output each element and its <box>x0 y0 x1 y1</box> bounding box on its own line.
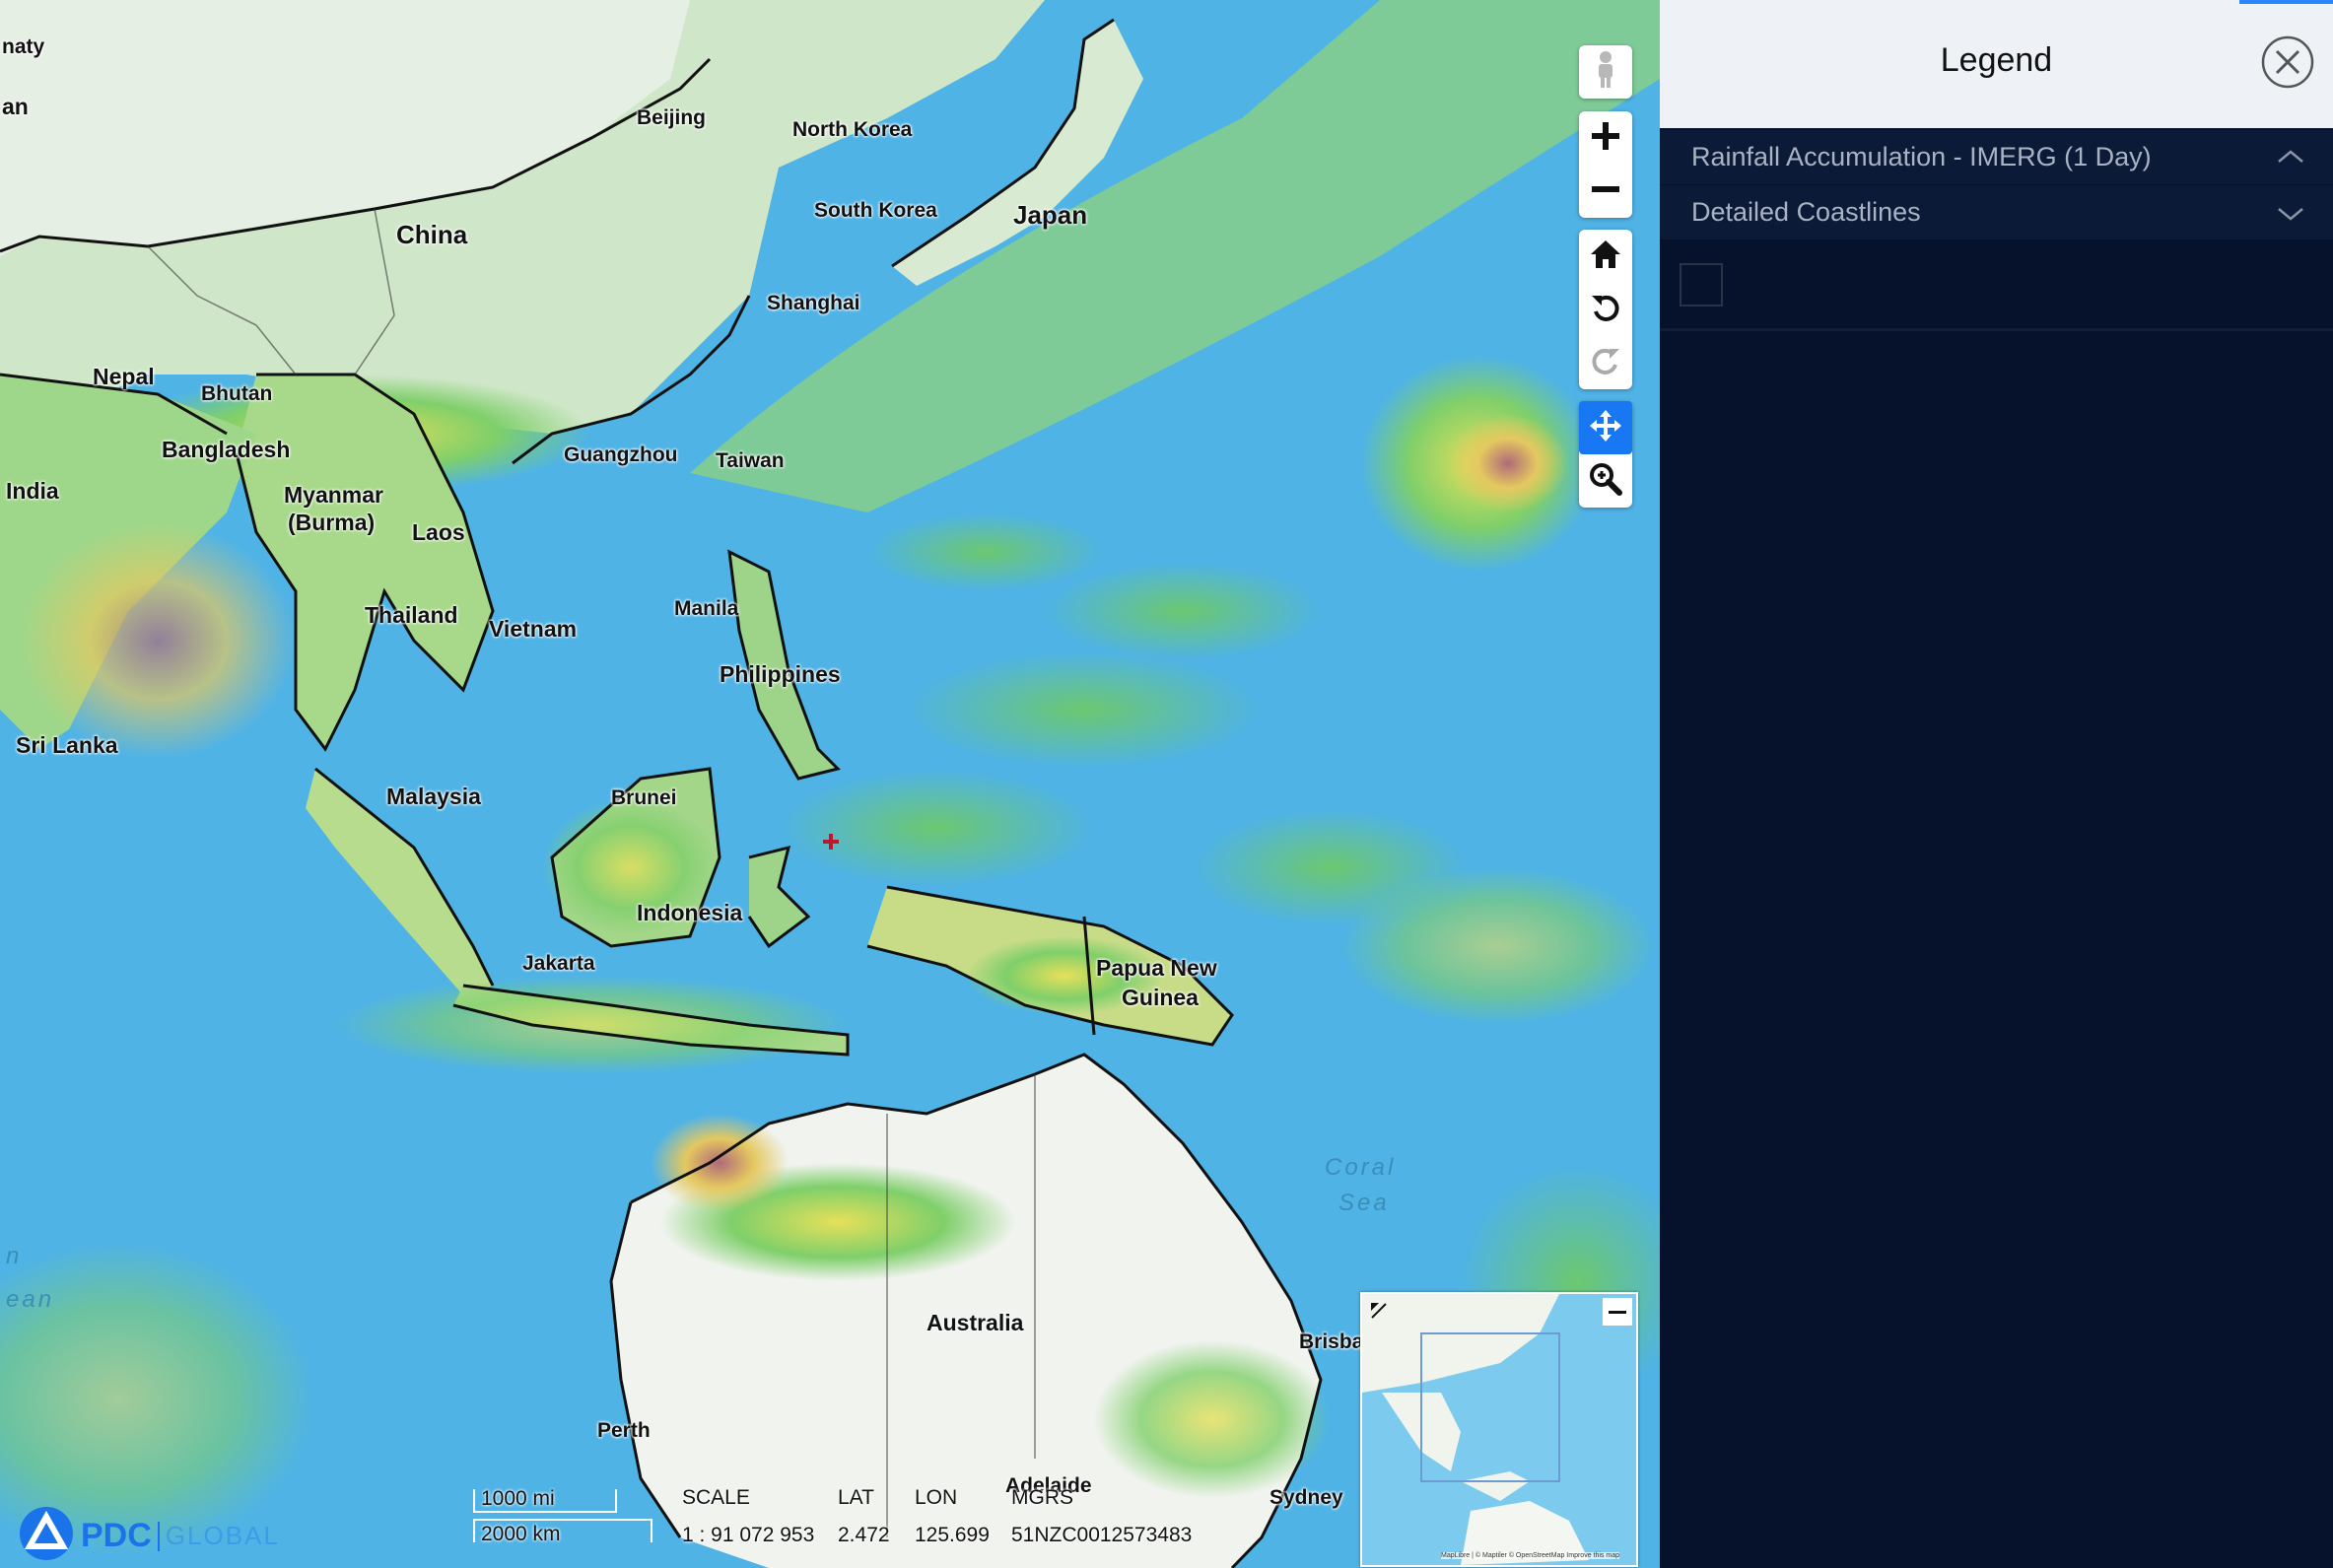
place-label: Brisba <box>1299 1330 1364 1353</box>
place-label: Sri Lanka <box>16 732 118 758</box>
scale-miles-label: 1000 mi <box>481 1487 555 1510</box>
place-label: Jakarta <box>522 952 595 975</box>
place-label: Shanghai <box>767 292 860 314</box>
zoom-box-button[interactable] <box>1579 454 1632 508</box>
pdc-logo-text: PDC <box>81 1517 152 1554</box>
zoom-control <box>1579 111 1632 218</box>
pegman-icon <box>1591 50 1620 95</box>
rotate-ccw-icon <box>1590 292 1621 328</box>
zoom-magnifier-icon <box>1588 461 1623 502</box>
legend-header: Legend <box>1660 0 2333 128</box>
legend-layer-label: Rainfall Accumulation - IMERG (1 Day) <box>1691 142 2152 171</box>
map-view[interactable]: naty an Beijing North Korea South Korea … <box>0 0 1660 1568</box>
pan-button[interactable] <box>1579 401 1632 454</box>
logo-divider <box>157 1521 160 1551</box>
close-legend-button[interactable] <box>2261 35 2314 89</box>
legend-layer-label: Detailed Coastlines <box>1691 197 1921 227</box>
chevron-down-icon[interactable] <box>2277 199 2304 232</box>
pegman-control <box>1579 45 1632 99</box>
legend-divider <box>1660 328 2333 331</box>
minus-icon <box>1609 1310 1626 1314</box>
mgrs-value: 51NZC0012573483 <box>1011 1524 1193 1546</box>
pdc-logo-icon <box>18 1505 75 1567</box>
home-icon <box>1589 239 1622 275</box>
loading-indicator <box>2239 0 2333 4</box>
place-label: Myanmar <box>284 482 383 508</box>
place-label: Perth <box>597 1419 651 1442</box>
zoom-out-button[interactable] <box>1579 165 1632 218</box>
zoom-in-button[interactable] <box>1579 111 1632 165</box>
move-arrows-icon <box>1588 408 1623 448</box>
legend-layer-coastlines[interactable]: Detailed Coastlines <box>1660 185 2333 239</box>
legend-layer-rainfall[interactable]: Rainfall Accumulation - IMERG (1 Day) <box>1660 130 2333 184</box>
pdc-logo[interactable]: PDC GLOBAL <box>18 1505 280 1567</box>
place-label: Sydney <box>1269 1486 1343 1509</box>
interaction-control <box>1579 401 1632 508</box>
place-label: Thailand <box>365 602 458 628</box>
place-label: Taiwan <box>716 449 785 472</box>
scale-readout-label: SCALE <box>682 1486 750 1509</box>
place-label: Beijing <box>637 106 707 129</box>
legend-title: Legend <box>1940 41 2053 79</box>
lon-value: 125.699 <box>915 1524 990 1546</box>
overview-minimap[interactable]: MapLibre | © Maptiler © OpenStreetMap Im… <box>1360 1292 1638 1567</box>
minimap-collapse-button[interactable] <box>1603 1298 1632 1326</box>
legend-color-swatch <box>1680 263 1723 307</box>
place-label: Manila <box>674 597 739 620</box>
rotate-right-button[interactable] <box>1579 336 1632 389</box>
sea-label: ean <box>6 1286 55 1313</box>
place-label: Nepal <box>93 364 155 389</box>
place-label: Laos <box>412 519 465 545</box>
place-label: Papua New <box>1096 955 1217 981</box>
place-label: Guinea <box>1122 985 1199 1010</box>
sea-label: Sea <box>1338 1190 1390 1216</box>
lat-value: 2.472 <box>838 1524 890 1546</box>
place-label: South Korea <box>814 199 937 222</box>
place-label: (Burma) <box>288 510 376 535</box>
place-label: Japan <box>1013 200 1088 230</box>
minimap-map <box>1362 1294 1636 1565</box>
chevron-up-icon[interactable] <box>2277 144 2304 176</box>
place-label: naty <box>2 35 45 58</box>
place-label: Philippines <box>720 661 841 687</box>
sea-label: Coral <box>1325 1154 1397 1181</box>
scale-readout-value: 1 : 91 072 953 <box>682 1524 815 1546</box>
place-label: an <box>2 94 29 119</box>
place-label: Bhutan <box>201 382 273 405</box>
minimap-expand-icon[interactable] <box>1368 1300 1390 1327</box>
scale-km-label: 2000 km <box>481 1523 561 1545</box>
place-label: China <box>396 220 468 249</box>
place-label: Indonesia <box>637 900 743 925</box>
close-icon <box>2261 35 2314 93</box>
lon-label: LON <box>915 1486 958 1509</box>
mgrs-label: MGRS <box>1011 1486 1073 1509</box>
street-view-pegman[interactable] <box>1579 45 1632 99</box>
place-label: Vietnam <box>489 616 578 642</box>
rotate-left-button[interactable] <box>1579 283 1632 336</box>
rotate-cw-icon <box>1590 345 1621 381</box>
place-label: Brunei <box>611 786 677 809</box>
minimap-credits: MapLibre | © Maptiler © OpenStreetMap Im… <box>1441 1552 1619 1559</box>
place-label: North Korea <box>792 118 913 141</box>
lat-label: LAT <box>838 1486 874 1509</box>
legend-panel: Legend Rainfall Accumulation - IMERG (1 … <box>1660 0 2333 1568</box>
place-label: Guangzhou <box>564 443 678 466</box>
minus-icon <box>1590 173 1621 210</box>
pdc-logo-suffix: GLOBAL <box>165 1521 280 1550</box>
place-label: Australia <box>926 1310 1024 1335</box>
place-label: Bangladesh <box>162 437 291 462</box>
place-label: India <box>6 478 59 504</box>
home-button[interactable] <box>1579 230 1632 283</box>
view-control <box>1579 230 1632 389</box>
sea-label: n <box>6 1243 23 1269</box>
place-label: Malaysia <box>386 784 481 809</box>
plus-icon <box>1590 120 1621 157</box>
